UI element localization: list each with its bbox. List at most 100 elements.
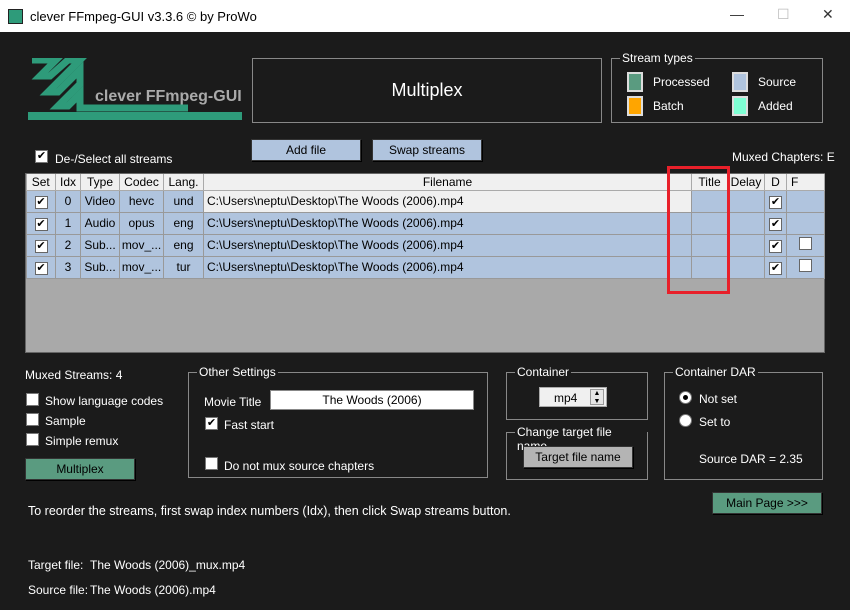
- source-label: Source: [758, 75, 797, 89]
- set-checkbox[interactable]: ✔: [34, 261, 48, 275]
- default-checkbox[interactable]: ✔: [769, 195, 783, 209]
- cell-delay[interactable]: [727, 233, 766, 257]
- cell-type: Sub...: [80, 233, 120, 257]
- col-f[interactable]: F: [786, 174, 826, 191]
- forced-checkbox[interactable]: [799, 237, 813, 250]
- cell-d[interactable]: ✔: [764, 255, 788, 279]
- fast-start-checkbox[interactable]: ✔: [205, 417, 218, 430]
- set-to-radio[interactable]: [679, 414, 692, 427]
- container-group: Container mp4 ▲ ▼: [506, 365, 648, 420]
- cell-delay[interactable]: [727, 211, 766, 235]
- close-button[interactable]: ✕: [822, 6, 834, 23]
- cell-set[interactable]: ✔: [26, 211, 56, 235]
- default-checkbox[interactable]: ✔: [769, 217, 783, 231]
- cell-codec: mov_...: [119, 233, 164, 257]
- title-column-highlight: [667, 166, 730, 294]
- container-dar-legend: Container DAR: [673, 365, 758, 379]
- window-title: clever FFmpeg-GUI v3.3.6 © by ProWo: [30, 9, 257, 24]
- movie-title-label: Movie Title: [204, 395, 262, 409]
- cell-idx[interactable]: 3: [55, 255, 81, 279]
- container-spinner[interactable]: mp4 ▲ ▼: [539, 387, 607, 407]
- cell-filename: C:\Users\neptu\Desktop\The Woods (2006).…: [202, 211, 693, 235]
- other-settings-group: Other Settings Movie Title The Woods (20…: [188, 365, 488, 478]
- cell-d[interactable]: ✔: [764, 211, 788, 235]
- cell-delay[interactable]: [727, 189, 766, 213]
- cell-idx[interactable]: 2: [55, 233, 81, 257]
- select-all-checkbox[interactable]: ✔: [35, 150, 48, 163]
- cell-filename: C:\Users\neptu\Desktop\The Woods (2006).…: [202, 189, 693, 213]
- cell-set[interactable]: ✔: [26, 233, 56, 257]
- main-page-button[interactable]: Main Page >>>: [712, 492, 822, 514]
- col-codec[interactable]: Codec: [119, 174, 164, 191]
- app-icon: [8, 9, 23, 24]
- target-file-label: Target file:: [28, 558, 84, 572]
- cell-idx[interactable]: 1: [55, 211, 81, 235]
- forced-checkbox[interactable]: [799, 259, 813, 272]
- movie-title-input[interactable]: The Woods (2006): [270, 390, 474, 410]
- processed-label: Processed: [653, 75, 710, 89]
- added-label: Added: [758, 99, 793, 113]
- cell-lang[interactable]: und: [163, 189, 204, 213]
- page-title-box: Multiplex: [252, 58, 602, 123]
- cell-lang[interactable]: tur: [163, 255, 204, 279]
- minimize-button[interactable]: —: [730, 6, 744, 22]
- cell-idx[interactable]: 0: [55, 189, 81, 213]
- muxed-streams-count: Muxed Streams: 4: [25, 368, 123, 382]
- other-settings-legend: Other Settings: [197, 365, 278, 379]
- batch-swatch: [627, 96, 643, 116]
- cell-f[interactable]: [786, 233, 826, 257]
- logo-text: clever FFmpeg-GUI: [95, 88, 242, 105]
- not-set-radio[interactable]: [679, 391, 692, 404]
- stream-types-legend: Stream types: [620, 51, 695, 65]
- cell-codec: hevc: [119, 189, 164, 213]
- cell-set[interactable]: ✔: [26, 189, 56, 213]
- sample-checkbox[interactable]: [26, 413, 39, 426]
- cell-f[interactable]: [786, 255, 826, 279]
- set-to-label: Set to: [699, 415, 731, 429]
- set-checkbox[interactable]: ✔: [34, 217, 48, 231]
- cell-lang[interactable]: eng: [163, 233, 204, 257]
- spinner-arrows-icon[interactable]: ▲ ▼: [590, 389, 604, 405]
- col-set[interactable]: Set: [26, 174, 56, 191]
- source-swatch: [732, 72, 748, 92]
- set-checkbox[interactable]: ✔: [34, 195, 48, 209]
- show-language-codes-checkbox[interactable]: [26, 393, 39, 406]
- not-set-label: Not set: [699, 392, 738, 406]
- logo: clever FFmpeg-GUI: [28, 56, 242, 124]
- default-checkbox[interactable]: ✔: [769, 239, 783, 253]
- default-checkbox[interactable]: ✔: [769, 261, 783, 275]
- col-idx[interactable]: Idx: [55, 174, 81, 191]
- no-chapters-checkbox[interactable]: [205, 457, 218, 470]
- title-bar: clever FFmpeg-GUI v3.3.6 © by ProWo — ☐ …: [0, 0, 850, 32]
- source-dar: Source DAR = 2.35: [699, 452, 803, 466]
- simple-remux-checkbox[interactable]: [26, 433, 39, 446]
- cell-type: Sub...: [80, 255, 120, 279]
- processed-swatch: [627, 72, 643, 92]
- cell-d[interactable]: ✔: [764, 233, 788, 257]
- col-filename[interactable]: Filename: [203, 174, 693, 191]
- target-name-group: Change target file name Target file name: [506, 425, 648, 480]
- batch-label: Batch: [653, 99, 684, 113]
- add-file-button[interactable]: Add file: [251, 139, 361, 161]
- col-type[interactable]: Type: [80, 174, 120, 191]
- multiplex-button[interactable]: Multiplex: [25, 458, 135, 480]
- cell-d[interactable]: ✔: [764, 189, 788, 213]
- maximize-button[interactable]: ☐: [777, 6, 790, 23]
- target-file-name-button[interactable]: Target file name: [523, 446, 633, 468]
- set-checkbox[interactable]: ✔: [34, 239, 48, 253]
- container-legend: Container: [515, 365, 572, 379]
- stream-types-group: Stream types Processed Source Batch Adde…: [611, 51, 823, 123]
- target-file-value: The Woods (2006)_mux.mp4: [90, 558, 246, 572]
- cell-f[interactable]: [786, 211, 826, 235]
- cell-f[interactable]: [786, 189, 826, 213]
- cell-codec: mov_...: [119, 255, 164, 279]
- col-d[interactable]: D: [764, 174, 788, 191]
- col-lang[interactable]: Lang.: [163, 174, 204, 191]
- cell-lang[interactable]: eng: [163, 211, 204, 235]
- cell-set[interactable]: ✔: [26, 255, 56, 279]
- col-delay[interactable]: Delay: [727, 174, 766, 191]
- swap-streams-button[interactable]: Swap streams: [372, 139, 482, 161]
- select-all-label: De-/Select all streams: [55, 152, 173, 166]
- fast-start-label: Fast start: [224, 418, 275, 432]
- cell-delay[interactable]: [727, 255, 766, 279]
